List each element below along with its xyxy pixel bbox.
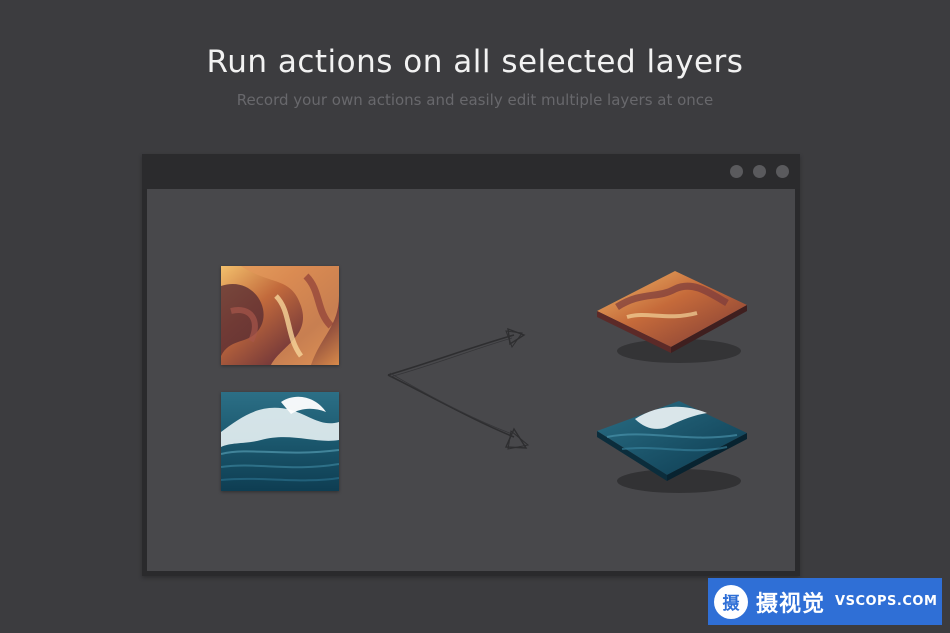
watermark-cn-text: 摄视觉 [756, 591, 826, 617]
window-dot-2[interactable] [753, 165, 766, 178]
watermark-logo-icon: 摄 [714, 584, 748, 619]
wave-photo-flat[interactable] [221, 392, 339, 491]
sketch-arrows [387, 327, 530, 450]
app-window [142, 154, 800, 576]
page-title: Run actions on all selected layers [206, 44, 744, 80]
canyon-photo-3d[interactable] [587, 261, 757, 371]
editor-canvas[interactable] [147, 189, 795, 571]
watermark-badge: 摄 摄视觉 VSCOPS.COM [708, 578, 942, 625]
window-dot-3[interactable] [776, 165, 789, 178]
page: Run actions on all selected layers Recor… [0, 0, 950, 633]
page-subtitle: Record your own actions and easily edit … [236, 91, 714, 109]
canyon-photo-flat[interactable] [221, 266, 339, 365]
wave-photo-3d[interactable] [587, 389, 757, 499]
window-dot-1[interactable] [730, 165, 743, 178]
window-titlebar[interactable] [142, 154, 800, 189]
watermark-en-text: VSCOPS.COM [835, 594, 938, 609]
